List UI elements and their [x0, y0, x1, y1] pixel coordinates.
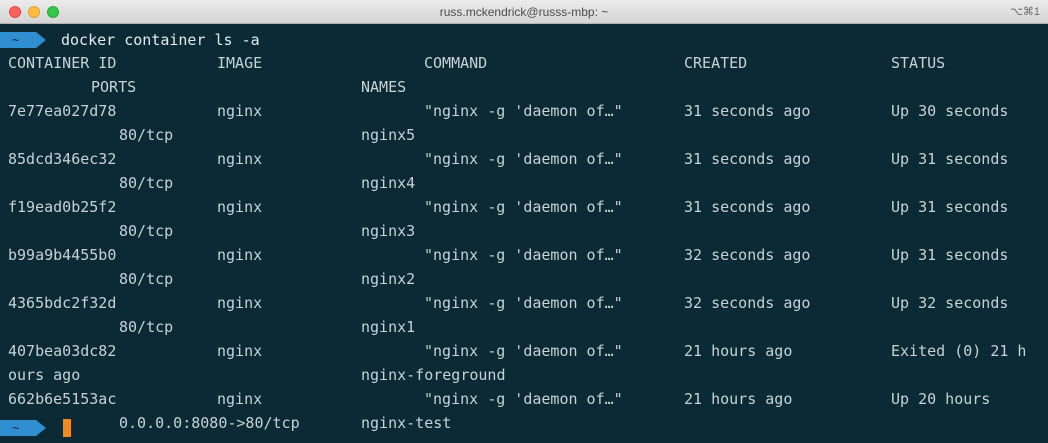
cell-ports: 80/tcp — [119, 270, 174, 288]
cell-created: 31 seconds ago — [684, 150, 811, 168]
cell-status: Up 31 seconds — [891, 246, 1009, 264]
cell-status: Exited (0) 21 h — [891, 342, 1027, 360]
table-row-wrap: 80/tcp nginx3 — [0, 220, 1048, 242]
table-row: 85dcd346ec32 nginx "nginx -g 'daemon of…" 3… — [0, 148, 1048, 170]
cell-container-id: 662b6e5153ac — [8, 390, 117, 408]
cell-image: nginx — [217, 342, 263, 360]
cell-status: Up 31 seconds — [891, 150, 1009, 168]
cell-names: nginx1 — [361, 318, 416, 336]
cell-ports: 80/tcp — [119, 222, 174, 240]
cell-created: 31 seconds ago — [684, 102, 811, 120]
table-header-row: CONTAINER ID IMAGE COMMAND CREATED STATU… — [0, 52, 1048, 74]
cell-container-id: f19ead0b25f2 — [8, 198, 117, 216]
cell-command: "nginx -g 'daemon of…" — [424, 102, 623, 120]
cell-status: Up 31 seconds — [891, 198, 1009, 216]
table-row-wrap: 80/tcp nginx5 — [0, 124, 1048, 146]
cell-names: nginx-test — [361, 414, 452, 432]
cell-ports: ours ago — [8, 366, 81, 384]
cell-container-id: 85dcd346ec32 — [8, 150, 117, 168]
cell-container-id: 4365bdc2f32d — [8, 294, 117, 312]
cell-names: nginx5 — [361, 126, 416, 144]
cell-names: nginx4 — [361, 174, 416, 192]
cell-command: "nginx -g 'daemon of…" — [424, 198, 623, 216]
header-image: IMAGE — [217, 54, 263, 72]
table-row-wrap: 0.0.0.0:8080->80/tcp nginx-test — [0, 412, 1048, 434]
cell-image: nginx — [217, 246, 263, 264]
header-ports: PORTS — [91, 78, 137, 96]
cell-image: nginx — [217, 390, 263, 408]
table-row: 4365bdc2f32d nginx "nginx -g 'daemon of…" 3… — [0, 292, 1048, 314]
title-bar: russ.mckendrick@russs-mbp: ~ ⌥⌘1 — [0, 0, 1048, 24]
table-row: 407bea03dc82 nginx "nginx -g 'daemon of…" 2… — [0, 340, 1048, 362]
header-command: COMMAND — [424, 54, 488, 72]
terminal-output[interactable]: ~ docker container ls -a CONTAINER ID IM… — [0, 24, 1048, 443]
cell-command: "nginx -g 'daemon of…" — [424, 342, 623, 360]
header-container-id: CONTAINER ID — [8, 54, 117, 72]
table-row: b99a9b4455b0 nginx "nginx -g 'daemon of…" 3… — [0, 244, 1048, 266]
cell-created: 31 seconds ago — [684, 198, 811, 216]
cell-created: 32 seconds ago — [684, 246, 811, 264]
cell-created: 21 hours ago — [684, 342, 793, 360]
cell-names: nginx-foreground — [361, 366, 506, 384]
cell-image: nginx — [217, 294, 263, 312]
cell-command: "nginx -g 'daemon of…" — [424, 390, 623, 408]
table-row-wrap: 80/tcp nginx2 — [0, 268, 1048, 290]
table-row-wrap: ours ago nginx-foreground — [0, 364, 1048, 386]
table-header-row-wrap: PORTS NAMES — [0, 76, 1048, 98]
cell-status: Up 20 hours — [891, 390, 991, 408]
cell-image: nginx — [217, 198, 263, 216]
cell-ports: 80/tcp — [119, 174, 174, 192]
terminal-window: russ.mckendrick@russs-mbp: ~ ⌥⌘1 ~ docke… — [0, 0, 1048, 443]
header-names: NAMES — [361, 78, 407, 96]
table-row: f19ead0b25f2 nginx "nginx -g 'daemon of…" 3… — [0, 196, 1048, 218]
table-row: 7e77ea027d78 nginx "nginx -g 'daemon of…" 3… — [0, 100, 1048, 122]
table-row-wrap: 80/tcp nginx1 — [0, 316, 1048, 338]
header-created: CREATED — [684, 54, 748, 72]
cell-ports: 0.0.0.0:8080->80/tcp — [119, 414, 300, 432]
cell-command: "nginx -g 'daemon of…" — [424, 294, 623, 312]
cell-names: nginx2 — [361, 270, 416, 288]
table-row: 662b6e5153ac nginx "nginx -g 'daemon of…" 2… — [0, 388, 1048, 410]
cell-ports: 80/tcp — [119, 126, 174, 144]
cell-container-id: 7e77ea027d78 — [8, 102, 117, 120]
cell-status: Up 32 seconds — [891, 294, 1009, 312]
command-text: docker container ls -a — [61, 31, 260, 49]
window-title: russ.mckendrick@russs-mbp: ~ — [439, 5, 609, 19]
command-line: ~ docker container ls -a — [0, 29, 1048, 51]
header-status: STATUS — [891, 54, 946, 72]
cell-image: nginx — [217, 150, 263, 168]
cell-status: Up 30 seconds — [891, 102, 1009, 120]
cell-command: "nginx -g 'daemon of…" — [424, 246, 623, 264]
chevron-right-icon — [36, 32, 46, 48]
cell-image: nginx — [217, 102, 263, 120]
cell-created: 32 seconds ago — [684, 294, 811, 312]
cell-container-id: b99a9b4455b0 — [8, 246, 117, 264]
cell-command: "nginx -g 'daemon of…" — [424, 150, 623, 168]
cell-names: nginx3 — [361, 222, 416, 240]
table-row-wrap: 80/tcp nginx4 — [0, 172, 1048, 194]
prompt-tilde: ~ — [0, 32, 36, 48]
cell-container-id: 407bea03dc82 — [8, 342, 117, 360]
cell-created: 21 hours ago — [684, 390, 793, 408]
cell-ports: 80/tcp — [119, 318, 174, 336]
tab-shortcut-label: ⌥⌘1 — [1010, 6, 1040, 18]
